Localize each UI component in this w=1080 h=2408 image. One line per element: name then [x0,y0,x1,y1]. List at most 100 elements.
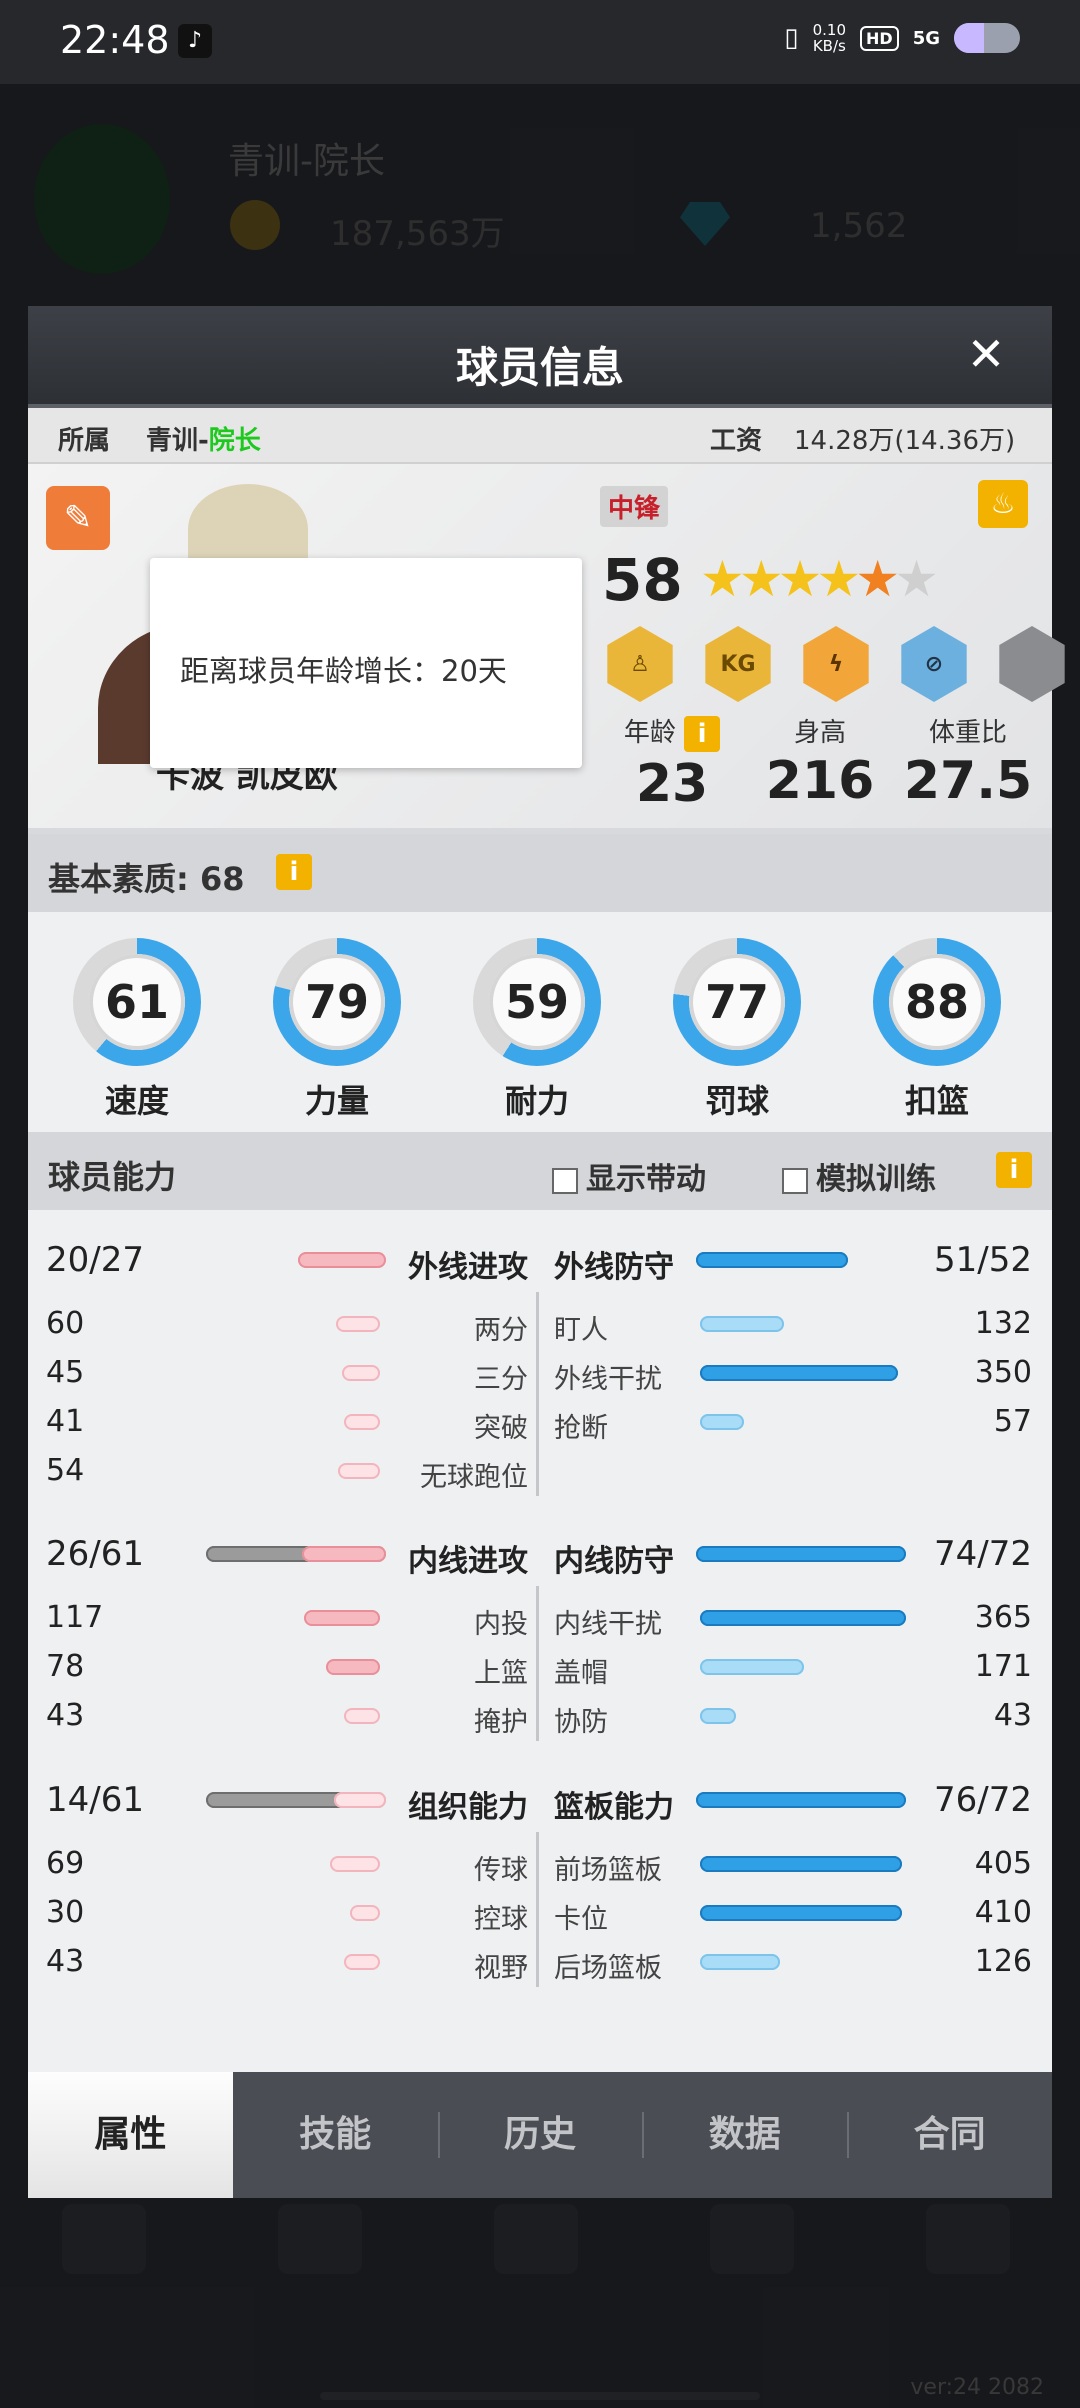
tab-separator [847,2112,850,2158]
ability-row: 54 无球跑位 [28,1447,1052,1495]
stat-ring-progress: 79 [273,938,401,1066]
dialog-title: 球员信息 [455,343,624,392]
left-stat-name: 三分 [474,1364,528,1395]
weight-attribute: 体重比 27.5 [898,712,1038,811]
stat-ring: 88 扣篮 [872,938,1002,1122]
basic-quality-header: 基本素质: 68 i [28,834,1052,912]
tab-item[interactable]: 数据 [642,2072,847,2198]
tab-label: 数据 [708,2114,781,2155]
left-stat-bar [344,1954,380,1970]
left-stat-bar [330,1856,380,1872]
battery-level [954,23,984,53]
ability-info-icon[interactable]: i [996,1152,1032,1188]
basic-quality-stats: 61 速度 79 力量 59 耐力 77 罚球 88 扣篮 [28,912,1052,1132]
fire-icon[interactable]: ♨ [978,480,1028,528]
right-value: 365 [974,1600,1032,1635]
stat-ring: 61 速度 [72,938,202,1122]
height-label: 身高 [793,718,846,748]
left-stat-name: 内投 [474,1609,528,1640]
empty-star: ★ [894,550,939,608]
left-group-name: 内线进攻 [408,1544,528,1579]
age-info-icon[interactable]: i [684,715,721,752]
right-stat-bar [700,1708,736,1724]
tab-item[interactable]: 技能 [233,2072,438,2198]
player-card: ✎ 卡波 凯皮欧 距离球员年龄增长：20天 中锋 ♨ 58 ★★★★★★ ♙ K… [28,464,1065,834]
bottom-tab-bar: 属性 技能 历史 数据 合同 [28,2072,1052,2198]
basic-quality-info-icon[interactable]: i [276,854,312,890]
basic-quality-title: 基本素质: 68 [48,860,245,898]
show-drive-checkbox[interactable]: 显示带动 [552,1154,706,1198]
empty-badge-icon[interactable] [999,626,1065,702]
defense-badge-icon[interactable]: ⊘ [901,626,967,702]
team-role: 院长 [208,426,261,456]
right-stat-bar [700,1905,902,1921]
ability-row: 69 传球 前场篮板 405 [28,1840,1052,1888]
right-group-name: 内线防守 [554,1544,674,1579]
left-stat-bar [326,1659,380,1675]
left-stat-bar [344,1708,380,1724]
team-prefix: 青训- [146,426,209,456]
team-label: 所属 [58,426,111,456]
right-group-bar [696,1252,848,1268]
player-badge-icon[interactable]: ♙ [607,626,673,702]
stat-ring-value: 59 [489,954,585,1050]
tab-label: 属性 [94,2114,167,2155]
left-stat-bar [336,1316,380,1332]
close-button[interactable]: ✕ [960,328,1012,380]
right-group-name: 篮板能力 [554,1790,674,1825]
right-value: 126 [974,1944,1032,1979]
clock: 22:48 [60,18,170,62]
age-value: 23 [635,753,709,814]
left-value: 45 [46,1355,85,1390]
stat-ring-progress: 77 [673,938,801,1066]
salary-value: 14.28万(14.36万) [794,426,1016,456]
tab-label: 技能 [299,2114,372,2155]
team-salary-bar: 所属 青训-院长 工资 14.28万(14.36万) [28,408,1052,464]
tab-item[interactable]: 合同 [847,2072,1052,2198]
network-speed-value: 0.10 [812,21,847,39]
left-stat-name: 上篮 [474,1658,528,1689]
right-stat-name: 后场篮板 [554,1953,662,1984]
right-stat-name: 卡位 [554,1904,608,1935]
ability-header: 球员能力 显示带动 模拟训练 i [28,1132,1052,1210]
battery-icon [954,23,1020,53]
tab-item[interactable]: 属性 [28,2072,233,2198]
ability-row: 43 掩护 协防 43 [28,1692,1052,1740]
right-stat-name: 抢断 [554,1413,608,1444]
salary-label: 工资 [710,426,763,456]
age-tooltip: 距离球员年龄增长：20天 [150,558,582,768]
lightning-badge-icon[interactable]: ϟ [803,626,869,702]
right-value: 405 [974,1846,1032,1881]
left-stat-bar [304,1610,380,1626]
ability-row: 41 突破 抢断 57 [28,1398,1052,1446]
right-value: 43 [993,1698,1032,1733]
right-stat-name: 盯人 [554,1315,608,1346]
right-value: 350 [974,1355,1032,1390]
right-stat-name: 内线干扰 [554,1609,662,1640]
team-value: 青训-院长 [146,420,261,457]
right-value: 410 [974,1895,1032,1930]
left-value: 43 [46,1944,85,1979]
stat-ring-label: 扣篮 [904,1082,969,1120]
checkbox-icon[interactable] [782,1167,808,1194]
simulate-training-checkbox[interactable]: 模拟训练 [782,1154,936,1198]
checkbox-icon[interactable] [552,1167,578,1194]
kg-badge-icon[interactable]: KG [705,626,771,702]
right-value: 57 [993,1404,1032,1439]
overall-rating: 58 [602,546,683,614]
column-divider [536,1832,539,1987]
network-speed-unit: KB/s [812,37,846,55]
left-group-name: 外线进攻 [408,1250,528,1285]
ability-table: 20/27 外线进攻 外线防守 51/52 60 两分 盯人 132 45 三分 外线干扰 350 41… [28,1210,1052,2030]
position-badge: 中锋 [600,486,669,527]
tab-separator [642,2112,645,2158]
stat-ring-label: 速度 [104,1082,169,1120]
edit-player-button[interactable]: ✎ [46,486,110,550]
age-label: 年龄 [623,718,676,748]
tab-item[interactable]: 历史 [437,2072,643,2198]
stat-ring-value: 79 [289,954,385,1050]
left-stat-name: 无球跑位 [420,1462,528,1493]
right-stat-name: 协防 [554,1707,608,1738]
half-star: ★ [855,550,900,608]
player-info-dialog: 球员信息 ✕ 所属 青训-院长 工资 14.28万(14.36万) ✎ 卡波 凯… [28,306,1065,2198]
